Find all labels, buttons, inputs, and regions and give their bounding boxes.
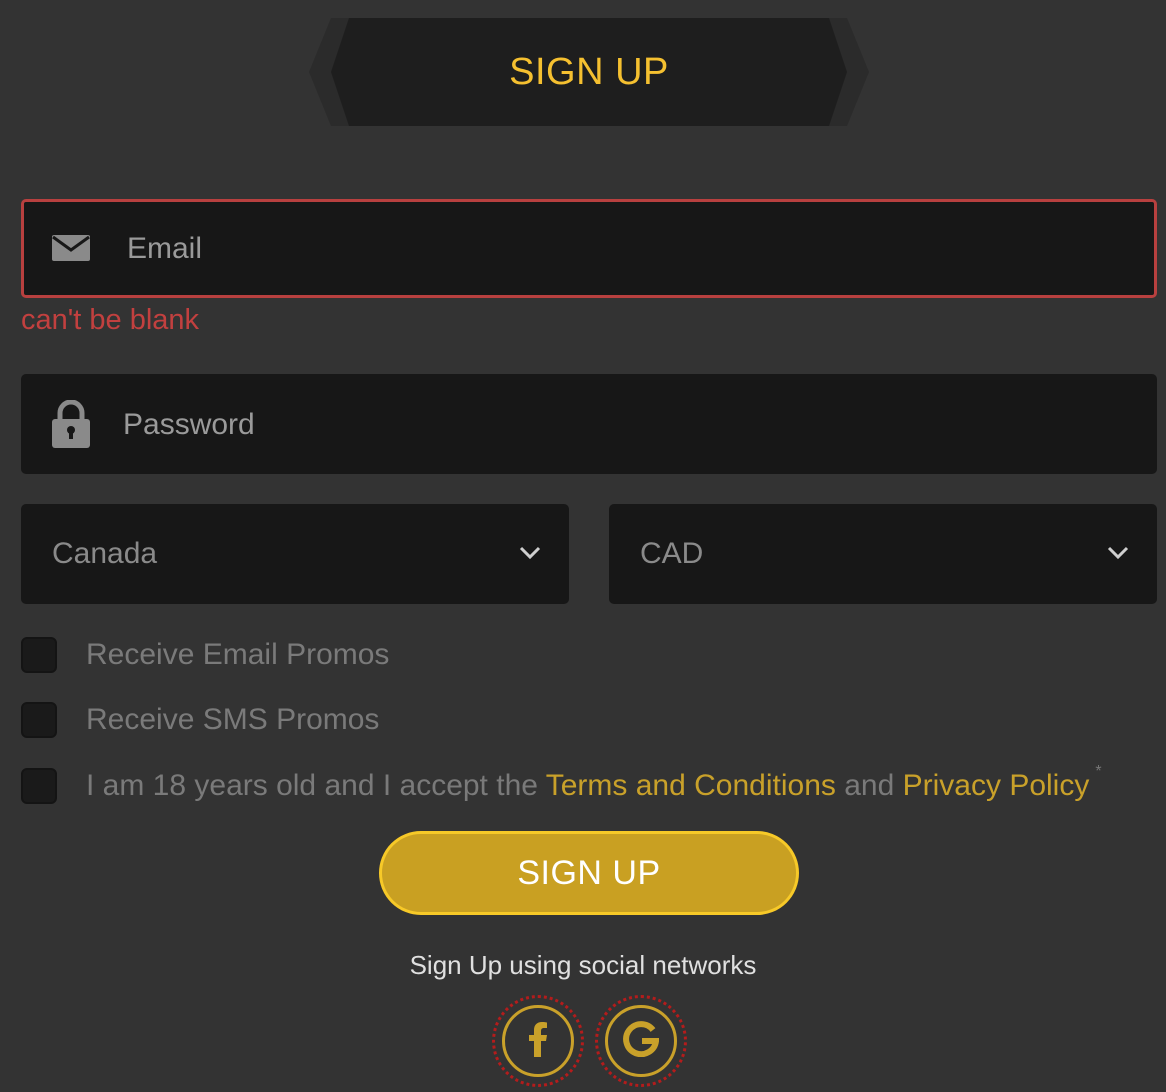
google-icon (623, 1020, 660, 1062)
currency-select[interactable]: CAD (609, 504, 1157, 604)
email-field-container[interactable] (21, 199, 1157, 298)
sms-promos-label: Receive SMS Promos (86, 703, 380, 736)
required-marker: * (1095, 763, 1102, 780)
page-title: SIGN UP (509, 50, 669, 93)
sign-up-button[interactable]: SIGN UP (379, 831, 799, 915)
social-caption: Sign Up using social networks (409, 950, 757, 980)
email-promos-checkbox[interactable] (21, 637, 57, 673)
country-select[interactable]: Canada (21, 504, 569, 604)
signup-page: SIGN UP can't be blank Canada (0, 0, 1166, 1092)
sms-promos-row: Receive SMS Promos (21, 700, 379, 740)
facebook-icon (527, 1021, 549, 1062)
terms-checkbox[interactable] (21, 768, 57, 804)
signup-header-tab: SIGN UP (309, 18, 869, 126)
facebook-signup-button[interactable] (492, 995, 584, 1087)
chevron-down-icon (519, 546, 541, 565)
email-error-message: can't be blank (21, 304, 200, 336)
password-input[interactable] (121, 400, 1105, 450)
terms-label: I am 18 years old and I accept the Terms… (86, 763, 1102, 803)
email-promos-label: Receive Email Promos (86, 638, 390, 671)
email-promos-row: Receive Email Promos (21, 635, 389, 675)
lock-icon (51, 400, 91, 448)
terms-and-text: and (844, 769, 895, 802)
privacy-policy-link[interactable]: Privacy Policy (903, 769, 1090, 802)
google-signup-button[interactable] (595, 995, 687, 1087)
currency-select-value: CAD (640, 537, 704, 570)
terms-row: I am 18 years old and I accept the Terms… (21, 763, 1102, 806)
terms-and-conditions-link[interactable]: Terms and Conditions (546, 769, 836, 802)
email-input[interactable] (125, 224, 1109, 274)
password-field-container[interactable] (21, 374, 1157, 474)
sms-promos-checkbox[interactable] (21, 702, 57, 738)
country-select-value: Canada (52, 537, 158, 570)
envelope-icon (51, 234, 91, 262)
terms-prefix-text: I am 18 years old and I accept the (86, 769, 538, 802)
chevron-down-icon (1107, 546, 1129, 565)
